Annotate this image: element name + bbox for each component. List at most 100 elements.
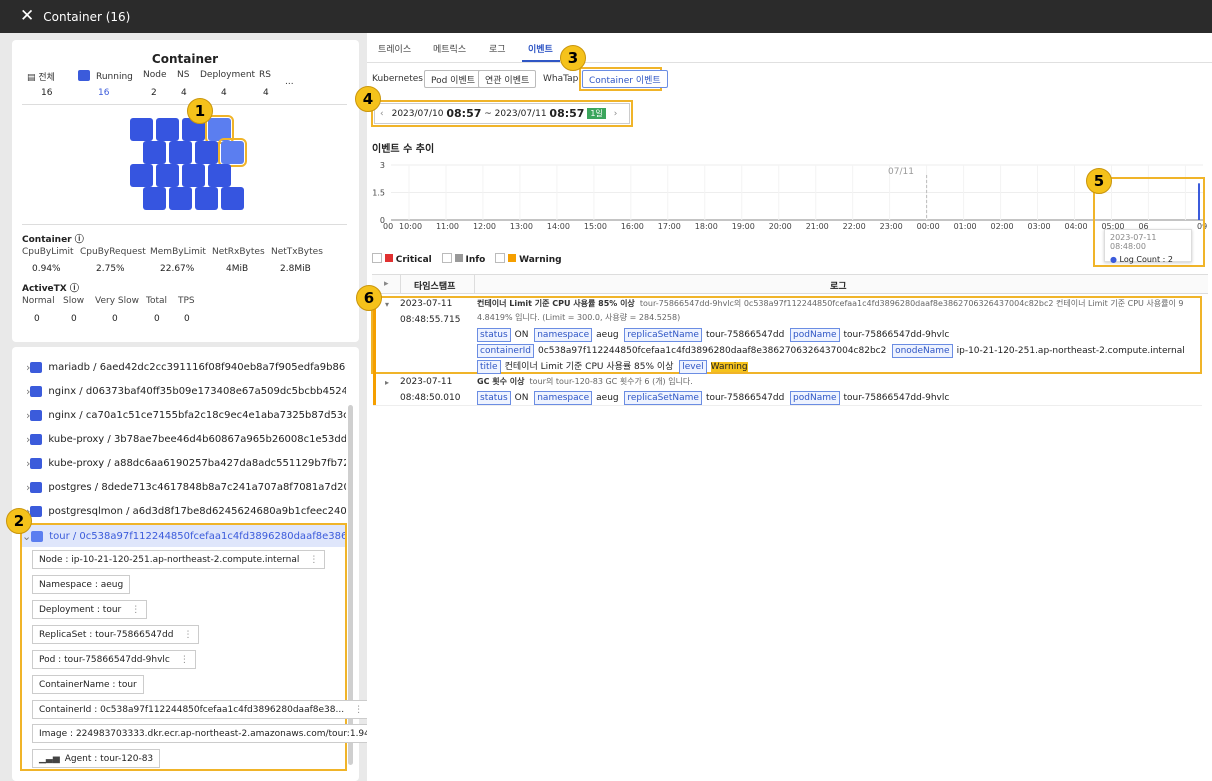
list-item[interactable]: › kube-proxy / a88dc6aa6190257ba427da8adc…	[26, 451, 346, 475]
tooltip-time: 2023-07-11 08:48:00	[1110, 233, 1157, 251]
close-icon[interactable]: ✕	[20, 8, 34, 25]
list-item[interactable]: › mariadb / 6aed42dc2cc391116f08f940eb8a7…	[26, 355, 346, 379]
container-icon	[30, 457, 43, 469]
row-desc2: 4.8419% 입니다. (Limit = 300.0, 사용량 = 284.5…	[477, 313, 681, 322]
range-badge[interactable]: 1일	[587, 108, 606, 119]
container-hex[interactable]	[130, 164, 153, 187]
detail-text: ContainerId : 0c538a97f112244850fcefaa1c…	[39, 704, 345, 715]
legend-critical[interactable]: Critical	[372, 253, 432, 265]
list-item[interactable]: › nginx / d06373baf40ff35b09e173408e67a50…	[26, 379, 346, 403]
chip-value: aeug	[596, 393, 619, 403]
more-icon[interactable]: ⋮	[131, 605, 140, 615]
checkbox[interactable]	[372, 253, 382, 263]
checkbox[interactable]	[441, 253, 452, 263]
container-hex[interactable]	[221, 187, 244, 210]
container-hex[interactable]	[156, 164, 179, 187]
list-item[interactable]: ›postgresqlmon / a6d3d8f17be8d6245624680…	[26, 499, 346, 523]
detail-pod: Pod : tour-75866547dd-9hvlc ⋮	[32, 650, 196, 669]
container-hex[interactable]	[169, 141, 192, 164]
stats-more[interactable]: ...	[285, 77, 294, 87]
activetx-value: 0	[71, 314, 77, 324]
container-hex-selected[interactable]	[205, 115, 234, 144]
activetx-label: Slow	[63, 296, 85, 306]
stat-ns: NS	[177, 70, 190, 80]
tab-event[interactable]: 이벤트	[528, 42, 553, 55]
container-hex[interactable]	[156, 118, 179, 141]
legend-label: Info	[465, 255, 486, 265]
info-icon[interactable]: ⓘ	[75, 235, 84, 245]
table-row[interactable]: ▾ 2023-07-11 08:48:55.715 컨테이너 Limit 기준 …	[373, 298, 1202, 374]
container-hex[interactable]	[169, 187, 192, 210]
container-list: › mariadb / 6aed42dc2cc391116f08f940eb8a7…	[26, 355, 346, 523]
container-hex[interactable]	[195, 141, 218, 164]
detail-text: Image : 224983703333.dkr.ecr.ap-northeas…	[39, 728, 370, 739]
container-icon	[30, 409, 43, 421]
chip-key: podName	[790, 391, 840, 405]
col-timestamp[interactable]: 타임스탬프	[414, 279, 455, 292]
info-icon[interactable]: ⓘ	[70, 284, 79, 294]
x-tick-label: 18:00	[694, 222, 718, 231]
chevron-right-icon[interactable]: ›	[614, 109, 618, 119]
metric-label: CpuByRequest	[80, 247, 146, 257]
chevron-down-icon[interactable]: ▾	[385, 300, 389, 309]
more-icon[interactable]: ⋮	[309, 555, 318, 565]
legend-label: Critical	[395, 255, 432, 265]
container-hex[interactable]	[130, 118, 153, 141]
row-date: 2023-07-11	[400, 377, 453, 387]
list-item-label: postgresqlmon / a6d3d8f17be8d6245624680a…	[48, 505, 346, 517]
metric-value: 2.8MiB	[280, 264, 311, 274]
container-hex[interactable]	[182, 164, 205, 187]
stat-rs-value: 4	[263, 88, 269, 98]
container-icon	[30, 481, 43, 493]
metric-label: MemByLimit	[150, 247, 206, 257]
detail-text: Agent : tour-120-83	[64, 753, 154, 764]
chevron-right-icon[interactable]: ▸	[385, 378, 389, 387]
chip-value: tour-75866547dd-9hvlc	[843, 393, 950, 403]
chip-value: ip-10-21-120-251.ap-northeast-2.compute.…	[956, 346, 1185, 356]
tab-trace[interactable]: 트레이스	[378, 42, 411, 55]
col-log[interactable]: 로그	[830, 279, 847, 292]
container-event-button[interactable]: Container 이벤트	[582, 70, 668, 88]
detail-replicaset: ReplicaSet : tour-75866547dd ⋮	[32, 625, 200, 644]
list-item[interactable]: › postgres / 8dede713c4617848b8a7c241a707…	[26, 475, 346, 499]
date-range-picker[interactable]: ‹ 2023/07/10 08:57 ~ 2023/07/11 08:57 1일…	[374, 103, 630, 124]
list-item-selected[interactable]: ⌄ tour / 0c538a97f112244850fcefaa1c4fd389…	[22, 525, 345, 547]
more-icon[interactable]: ⋮	[354, 705, 363, 715]
related-event-button[interactable]: 연관 이벤트	[478, 70, 537, 88]
divider	[22, 224, 347, 225]
legend-info[interactable]: Info	[441, 253, 486, 265]
container-hex[interactable]	[143, 187, 166, 210]
chip-value: aeug	[596, 330, 619, 340]
chevron-left-icon[interactable]: ‹	[380, 109, 384, 119]
summary-title: Container	[151, 52, 219, 66]
container-hex[interactable]	[195, 187, 218, 210]
container-hex-highlight[interactable]	[218, 138, 247, 167]
range-from-date: 2023/07/10	[391, 108, 444, 119]
x-tick-label: 00	[383, 222, 394, 231]
table-row[interactable]: ▸ 2023-07-11 08:48:50.010 GC 횟수 이상 tour의…	[373, 376, 1202, 406]
legend-label: Warning	[519, 255, 562, 265]
metric-label: NetTxBytes	[271, 247, 323, 257]
more-icon[interactable]: ⋮	[180, 655, 189, 665]
detail-agent[interactable]: ▁▃▅ Agent : tour-120-83	[32, 749, 161, 768]
tab-log[interactable]: 로그	[489, 42, 506, 55]
list-item[interactable]: › nginx / ca70a1c51ce7155bfa2c18c9ec4e1ab…	[26, 403, 346, 427]
checkbox[interactable]	[495, 253, 506, 263]
chip-value: ON	[514, 330, 529, 340]
x-tick-label: 17:00	[657, 222, 681, 231]
row-desc: tour-75866547dd-9hvlc의 0c538a97f11224485…	[639, 299, 1184, 308]
list-item[interactable]: › kube-proxy / 3b78ae7bee46d4b60867a965b2…	[26, 427, 346, 451]
list-item-label: tour / 0c538a97f112244850fcefaa1c4fd3896…	[49, 530, 345, 542]
activetx-value: 0	[34, 314, 40, 324]
table-header: ▸ 타임스탬프 로그	[372, 274, 1208, 294]
x-tick-label: 20:00	[768, 222, 792, 231]
legend-warning[interactable]: Warning	[495, 253, 562, 265]
chip-key: namespace	[534, 328, 593, 342]
pod-event-button[interactable]: Pod 이벤트	[424, 70, 483, 88]
metric-label: NetRxBytes	[212, 247, 265, 257]
more-icon[interactable]: ⋮	[183, 630, 192, 640]
expand-all-icon[interactable]: ▸	[384, 279, 389, 289]
container-hex[interactable]	[143, 141, 166, 164]
container-hex[interactable]	[208, 164, 231, 187]
tab-metrics[interactable]: 메트릭스	[433, 42, 466, 55]
